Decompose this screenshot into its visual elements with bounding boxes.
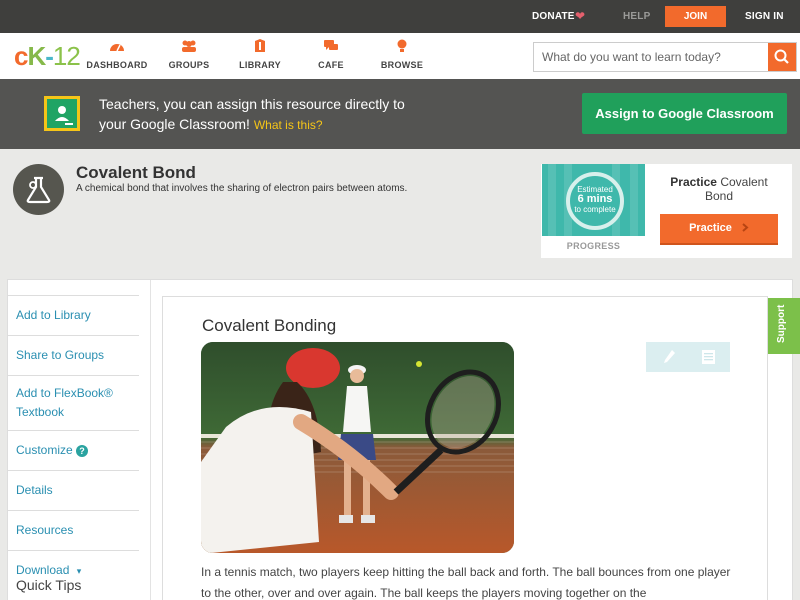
content-title: Covalent Bonding — [202, 316, 337, 335]
notes-icon[interactable] — [702, 350, 715, 364]
sidebar-resources[interactable]: Resources — [8, 510, 139, 550]
caret-down-icon: ▾ — [76, 566, 82, 576]
what-is-this-link[interactable]: What is this? — [254, 118, 323, 132]
cafe-icon — [323, 39, 339, 53]
download-label: Download — [16, 563, 70, 577]
pencil-icon[interactable] — [662, 349, 676, 365]
chemistry-flask-icon — [13, 164, 64, 215]
banner-message: Teachers, you can assign this resource d… — [99, 94, 459, 135]
banner-line-1: Teachers, you can assign this resource d… — [99, 96, 405, 112]
estimate-complete: to complete — [574, 205, 616, 214]
practice-title: Practice Covalent Bond — [659, 175, 779, 203]
sidebar-divider — [150, 280, 151, 600]
search-button[interactable] — [768, 43, 796, 71]
estimate-mins: 6 mins — [577, 193, 613, 205]
resource-sidebar: Add to Library Share to Groups Add to Fl… — [8, 295, 139, 591]
google-classroom-banner: Teachers, you can assign this resource d… — [0, 79, 800, 149]
chevron-right-icon — [742, 223, 749, 232]
sidebar-add-to-flexbook[interactable]: Add to FlexBook® Textbook — [8, 375, 139, 430]
nav-browse-label: BROWSE — [380, 60, 424, 70]
support-label: Support — [776, 304, 787, 343]
practice-button-label: Practice — [689, 222, 732, 234]
practice-card: Estimated 6 mins to complete PROGRESS Pr… — [541, 164, 792, 258]
nav-cafe[interactable]: CAFE — [296, 39, 366, 70]
tennis-photo — [201, 342, 514, 553]
estimate-ring: Estimated 6 mins to complete — [566, 172, 624, 230]
banner-line-2: your Google Classroom! — [99, 116, 250, 132]
practice-progress-image: Estimated 6 mins to complete — [542, 164, 645, 236]
nav-dashboard-label: DASHBOARD — [86, 60, 148, 70]
nav-library[interactable]: LIBRARY — [225, 39, 295, 70]
quick-tips-heading: Quick Tips — [16, 577, 82, 593]
heart-icon: ❤ — [575, 9, 586, 23]
logo-dash: - — [45, 41, 54, 71]
concept-description: A chemical bond that involves the sharin… — [76, 183, 408, 194]
join-button[interactable]: JOIN — [665, 6, 726, 27]
sidebar-customize[interactable]: Customize ? — [8, 430, 139, 470]
logo-12: 12 — [52, 41, 81, 71]
logo-k: K — [27, 41, 46, 71]
help-question-icon[interactable]: ? — [76, 445, 89, 457]
nav-browse[interactable]: BROWSE — [367, 39, 437, 70]
nav-groups-label: GROUPS — [168, 60, 210, 70]
donate-link[interactable]: DONATE — [532, 11, 575, 22]
nav-groups[interactable]: GROUPS — [154, 39, 224, 70]
sidebar-details[interactable]: Details — [8, 470, 139, 510]
sidebar-add-to-library[interactable]: Add to Library — [8, 295, 139, 335]
main-nav: cK-12 DASHBOARD GROUPS LIBRARY CAFE BROW… — [0, 33, 800, 79]
annotation-toolbar — [646, 342, 730, 372]
customize-label: Customize — [16, 443, 73, 457]
search-box — [533, 42, 797, 72]
practice-title-bold: Practice — [670, 175, 717, 189]
google-classroom-icon — [44, 96, 80, 131]
nav-dashboard[interactable]: DASHBOARD — [82, 39, 152, 70]
help-link[interactable]: HELP — [623, 11, 650, 22]
support-tab[interactable]: Support — [768, 298, 800, 354]
search-input[interactable] — [534, 43, 768, 71]
progress-label: PROGRESS — [566, 241, 621, 251]
nav-library-label: LIBRARY — [239, 60, 281, 70]
groups-icon — [181, 39, 197, 53]
practice-button[interactable]: Practice — [660, 214, 778, 245]
sidebar-share-to-groups[interactable]: Share to Groups — [8, 335, 139, 375]
logo-c: c — [14, 41, 29, 71]
browse-icon — [394, 39, 410, 53]
dashboard-icon — [109, 39, 125, 53]
concept-title: Covalent Bond — [76, 163, 196, 182]
assign-google-classroom-button[interactable]: Assign to Google Classroom — [582, 93, 787, 134]
search-icon — [774, 49, 789, 64]
nav-cafe-label: CAFE — [318, 60, 344, 70]
sign-in-link[interactable]: SIGN IN — [745, 11, 784, 22]
ck12-logo[interactable]: cK-12 — [14, 41, 81, 72]
content-paragraph: In a tennis match, two players keep hitt… — [201, 565, 731, 600]
top-bar: DONATE ❤ HELP JOIN SIGN IN — [0, 0, 800, 33]
library-icon — [252, 39, 268, 53]
